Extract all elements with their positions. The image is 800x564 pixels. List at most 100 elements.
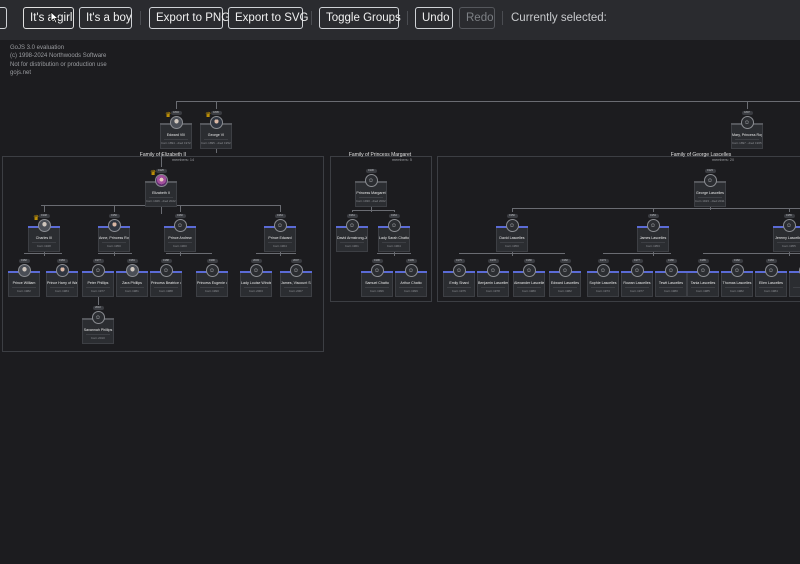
family-link [280,205,281,212]
evaluation-watermark: GoJS 3.0 evaluation (c) 1998-2024 Northw… [10,44,107,77]
toolbar-separator [311,11,312,25]
node-divider [164,138,188,139]
family-link [180,252,181,256]
person-glyph: ☺ [367,178,375,184]
birth-year-badge: 1975 [453,259,465,263]
toolbar-button-partial[interactable] [0,7,7,29]
person-name: James Lascelles [639,236,667,240]
person-icon: ☺ [558,264,572,277]
person-years: born 1930 - died 2002 [356,199,386,203]
family-link [98,253,132,254]
node-divider [759,286,783,287]
person-name: Mary, Princess Royal [732,133,762,137]
node-divider [382,241,406,242]
node-divider [691,286,715,287]
diagram-canvas[interactable]: GoJS 3.0 evaluation (c) 1998-2024 Northw… [0,40,800,564]
person-glyph: ☺ [633,268,641,274]
person-icon: ☺ [364,174,378,187]
person-glyph: ☺ [162,268,170,274]
person-icon: ☺ [596,264,610,277]
person-name: Benjamin Lascelles [478,281,508,285]
family-link [280,252,281,256]
person-glyph: ☺ [407,268,415,274]
person-name: Tewit Lascelles [658,281,684,285]
node-divider [86,286,110,287]
person-icon: ☺ [273,219,287,232]
person-years: born 1961 [345,244,359,248]
person-glyph: ☺ [733,268,741,274]
toolbar-separator [502,11,503,25]
person-icon: ☺ [782,219,796,232]
person-icon: ☺ [249,264,263,277]
person-glyph: ☺ [649,223,657,229]
node-divider [399,286,423,287]
node-divider [625,286,649,287]
toolbar-separator [140,11,141,25]
family-link [44,205,45,212]
person-icon: ☺ [370,264,384,277]
birth-year-badge: 1950 [108,214,120,218]
person-icon: ☺ [505,219,519,232]
undo-button[interactable]: Undo [415,7,453,29]
person-icon: ☺ [91,264,105,277]
node-divider [725,286,749,287]
family-link [789,252,790,256]
person-icon: ☺ [159,264,173,277]
node-divider [244,286,268,287]
node-divider [659,286,683,287]
person-years: born 1980 [664,289,678,293]
birth-year-badge: 1984 [56,259,68,263]
family-link [512,252,513,256]
person-years: born 1894 - died 1972 [161,141,191,145]
family-link [216,101,217,109]
person-years: born 1982 [558,289,572,293]
person-years: born 2003 [249,289,263,293]
watermark-line: Not for distribution or production use [10,61,107,68]
export-svg-button[interactable]: Export to SVG [228,7,309,29]
person-node[interactable]: Amy born [789,271,800,297]
family-link [352,210,394,211]
person-glyph: ☺ [599,268,607,274]
person-years: born 1984 [55,289,69,293]
node-divider [359,196,383,197]
family-link [98,297,99,305]
birth-year-badge: 2010 [92,306,104,310]
person-icon: ☺ [664,264,678,277]
group-member-count: members: 5 [392,158,413,162]
birth-year-badge: 1894 [170,111,182,115]
person-name: Princess Beatrice of York [151,281,181,285]
person-avatar [209,116,223,129]
its-a-boy-button[interactable]: It's a boy [79,7,132,29]
person-avatar [107,219,121,232]
toolbar: It's a girl It's a boy Export to PNG Exp… [0,0,800,40]
toggle-groups-button[interactable]: Toggle Groups [319,7,401,29]
export-png-button[interactable]: Export to PNG [149,7,230,29]
person-name: Alexander Lascelles [514,281,544,285]
node-divider [168,241,192,242]
birth-year-badge: 1978 [487,259,499,263]
person-icon: ☺ [630,264,644,277]
person-years: born 1999 [404,289,418,293]
person-name: Tania Lascelles [690,281,716,285]
its-a-girl-button[interactable]: It's a girl [23,7,74,29]
watermark-line: (c) 1998-2024 Northwoods Software [10,53,107,60]
redo-button[interactable]: Redo [459,7,495,29]
birth-year-badge: 1980 [523,259,535,263]
person-icon: ☺ [646,219,660,232]
node-divider [268,241,292,242]
person-name: George VI [207,133,225,137]
person-icon: ☺ [289,264,303,277]
person-glyph: ☺ [94,268,102,274]
birth-year-badge: 1948 [38,214,50,218]
node-divider [200,286,224,287]
person-years: born 1973 [596,289,610,293]
family-link [747,101,748,109]
person-years: born 1982 [730,289,744,293]
family-link [603,253,671,254]
birth-year-badge: 2007 [290,259,302,263]
person-glyph: ☺ [561,268,569,274]
birth-year-badge: 1897 [741,111,753,115]
birth-year-badge: 1923 [704,169,716,173]
birth-year-badge: 1964 [274,214,286,218]
family-link [512,208,800,209]
